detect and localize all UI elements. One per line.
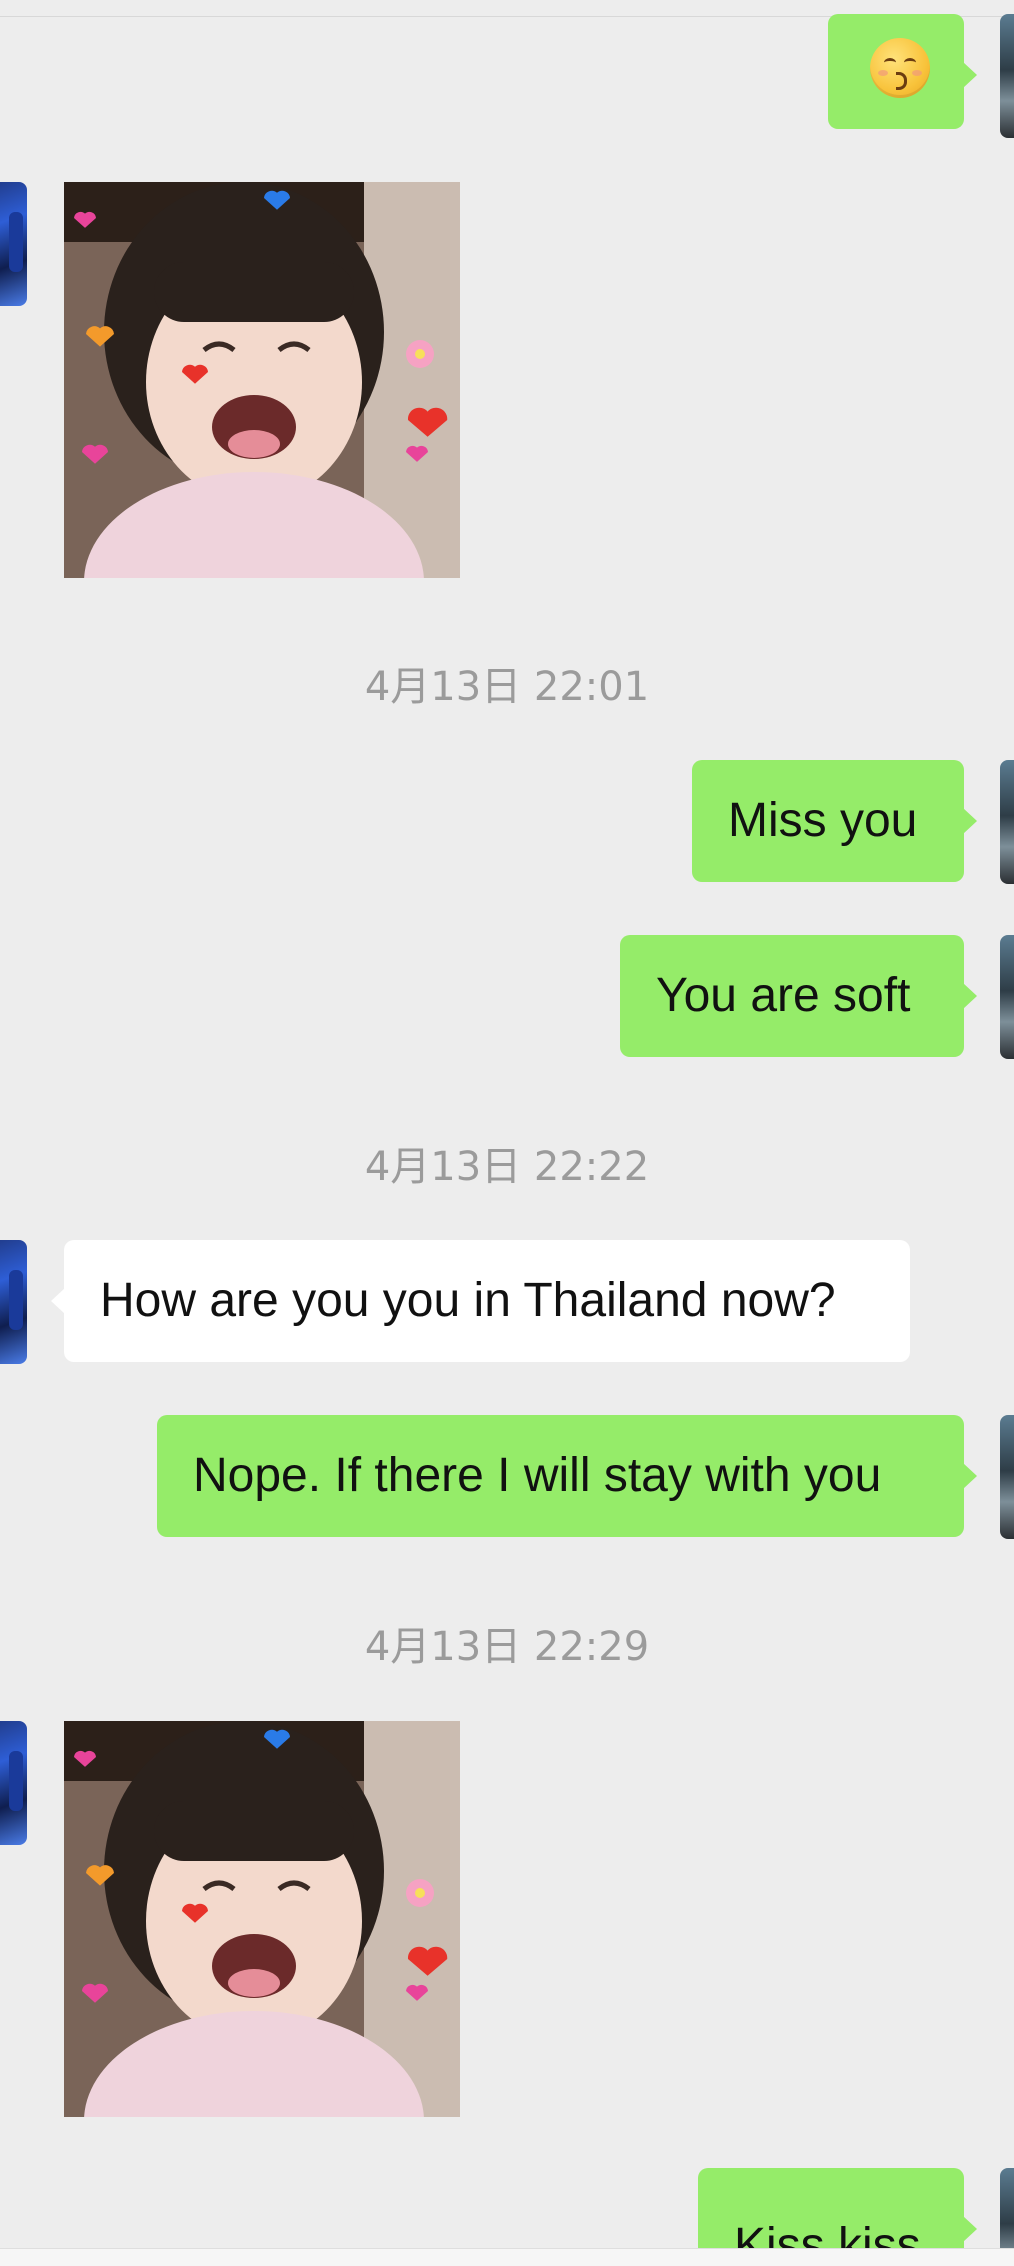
my-avatar[interactable]: [1000, 14, 1014, 138]
baby-sticker-image[interactable]: [64, 182, 460, 578]
baby-photo-icon: [64, 182, 460, 578]
contact-avatar[interactable]: [0, 182, 27, 306]
my-avatar[interactable]: [1000, 1415, 1014, 1539]
incoming-message-bubble[interactable]: How are you you in Thailand now?: [51, 1240, 910, 1362]
baby-sticker-image[interactable]: [64, 1721, 460, 2117]
contact-avatar[interactable]: [0, 1240, 27, 1364]
timestamp: 4月13日 22:29: [364, 1624, 650, 1670]
kissing-face-with-smiling-eyes-icon: [870, 38, 930, 98]
outgoing-message-bubble[interactable]: Nope. If there I will stay with you: [157, 1415, 977, 1537]
outgoing-message-bubble[interactable]: You are soft: [620, 935, 977, 1057]
contact-avatar[interactable]: [0, 1721, 27, 1845]
outgoing-message-bubble[interactable]: Miss you: [692, 760, 977, 882]
timestamp: 4月13日 22:22: [364, 1144, 650, 1190]
chat-message-list[interactable]: 4月13日 22:01 Miss you You are soft 4月13日 …: [0, 0, 1014, 2266]
my-avatar[interactable]: [1000, 760, 1014, 884]
baby-photo-icon: [64, 1721, 460, 2117]
input-bar-edge: [0, 2248, 1014, 2266]
emoji-message-bubble[interactable]: [828, 14, 977, 129]
my-avatar[interactable]: [1000, 935, 1014, 1059]
timestamp: 4月13日 22:01: [364, 664, 650, 710]
